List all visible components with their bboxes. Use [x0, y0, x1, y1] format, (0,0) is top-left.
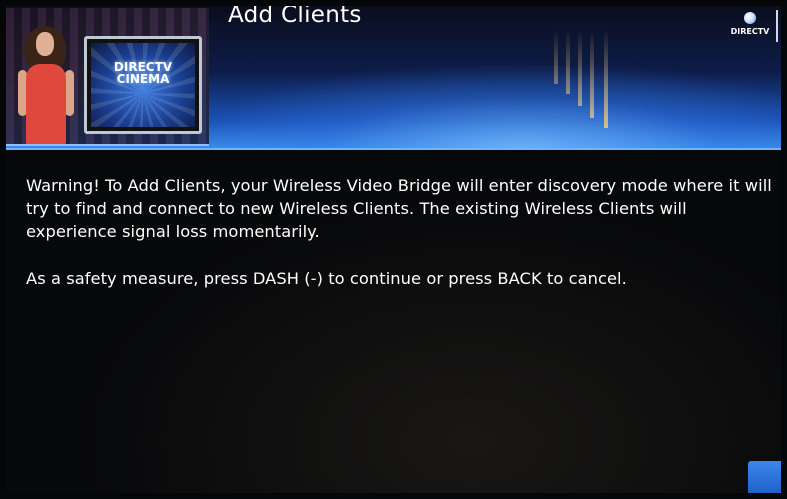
presenter-face [36, 32, 54, 56]
header-divider [776, 10, 778, 42]
presenter-dress [26, 64, 66, 144]
video-channel-logo: DIRECTV CINEMA [113, 60, 173, 86]
light-bar [554, 30, 558, 84]
light-bar [578, 30, 582, 106]
monitor-screen: DIRECTV CINEMA [91, 43, 195, 127]
tv-screen: DIRECTV CINEMA Add Clients DIRECTV Warni… [6, 6, 781, 493]
page-header: DIRECTV CINEMA Add Clients DIRECTV [6, 6, 781, 150]
warning-text: Warning! To Add Clients, your Wireless V… [26, 176, 772, 241]
brand-logo: DIRECTV [724, 12, 776, 42]
instruction-text: As a safety measure, press DASH (-) to c… [26, 269, 627, 288]
att-globe-icon [744, 12, 756, 24]
light-bar [590, 30, 594, 118]
header-accent-line [6, 148, 781, 150]
page-title: Add Clients [228, 6, 362, 28]
light-bar [566, 30, 570, 94]
light-bar [604, 30, 608, 128]
header-glow [206, 66, 781, 150]
studio-monitor: DIRECTV CINEMA [84, 36, 202, 134]
corner-button-icon[interactable] [748, 461, 781, 493]
live-tv-preview[interactable]: DIRECTV CINEMA [6, 8, 209, 146]
presenter-arm [65, 70, 74, 116]
warning-message: Warning! To Add Clients, your Wireless V… [26, 174, 781, 290]
brand-name: DIRECTV [730, 27, 770, 36]
